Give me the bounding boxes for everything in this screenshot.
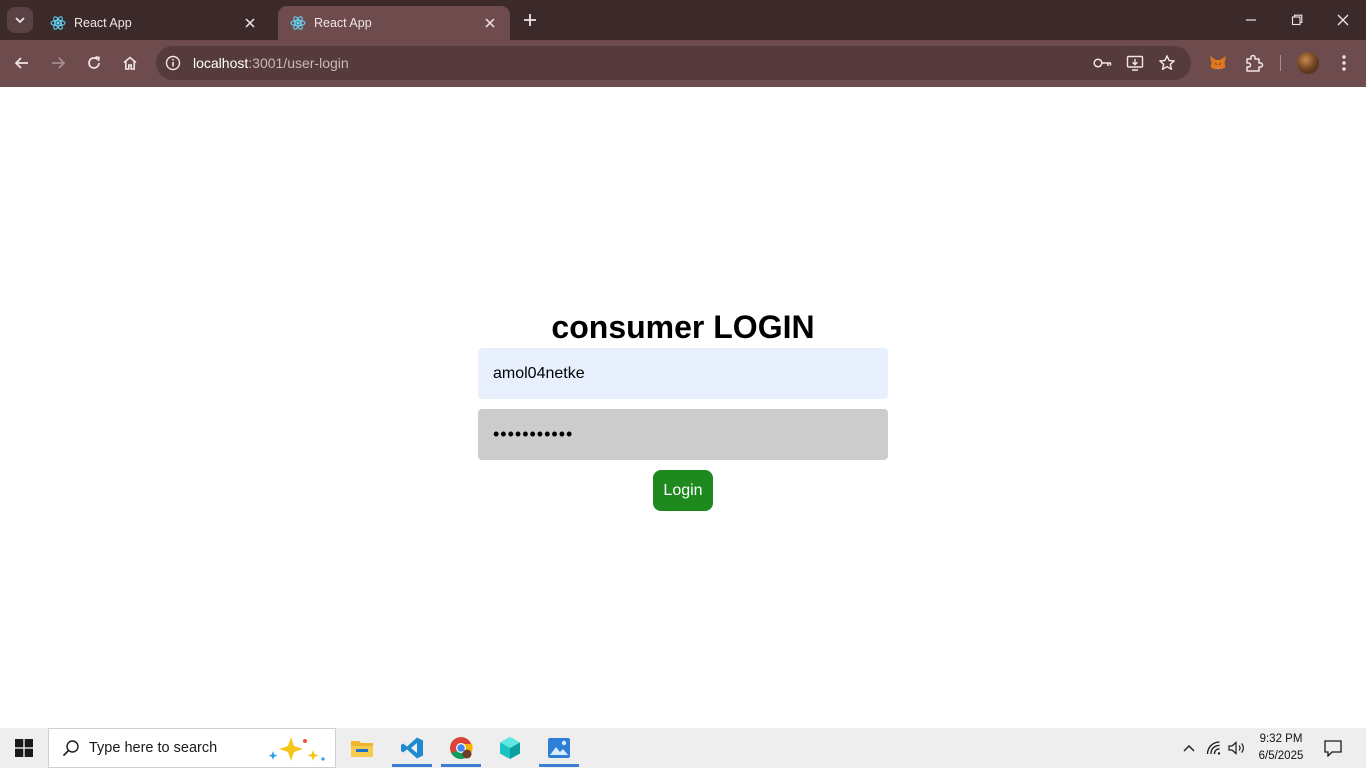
taskbar-search[interactable]: Type here to search: [48, 728, 336, 768]
tab-search-button[interactable]: [7, 7, 33, 33]
home-button[interactable]: [115, 48, 145, 78]
wifi-icon[interactable]: [1203, 728, 1225, 768]
active-indicator: [441, 764, 481, 767]
reload-button[interactable]: [79, 48, 109, 78]
metamask-fox-icon[interactable]: [1206, 51, 1230, 75]
notification-center-icon[interactable]: [1320, 736, 1346, 760]
windows-logo-icon: [15, 739, 33, 757]
clock-date: 6/5/2025: [1258, 750, 1304, 762]
tab-strip: React App React App: [0, 0, 1366, 40]
forward-button[interactable]: [43, 48, 73, 78]
active-indicator: [539, 764, 579, 767]
file-explorer-icon[interactable]: [338, 728, 386, 768]
new-tab-button[interactable]: [518, 9, 542, 31]
url-path: :3001/user-login: [248, 55, 349, 71]
back-button[interactable]: [7, 48, 37, 78]
tab-title: React App: [74, 16, 132, 30]
clock-time: 9:32 PM: [1259, 733, 1303, 745]
close-tab-icon[interactable]: [240, 13, 260, 33]
search-icon: [61, 738, 81, 758]
sparkle-icon: [268, 737, 325, 761]
install-app-icon[interactable]: [1125, 53, 1145, 73]
key-icon[interactable]: [1093, 53, 1113, 73]
show-hidden-icons-chevron-up-icon[interactable]: [1178, 728, 1200, 768]
browser-toolbar: localhost:3001/user-login: [0, 40, 1366, 87]
page-title: consumer LOGIN: [551, 309, 815, 345]
tab-react-app-2[interactable]: React App: [278, 6, 510, 40]
cube-app-icon[interactable]: [486, 728, 534, 768]
taskbar: Type here to search 9:32 PM 6/5/2025: [0, 728, 1366, 768]
restore-icon: [1291, 14, 1303, 26]
react-icon: [290, 15, 306, 31]
minimize-icon: [1246, 19, 1256, 21]
close-tab-icon[interactable]: [480, 13, 500, 33]
react-icon: [50, 15, 66, 31]
plus-icon: [524, 14, 536, 26]
tab-react-app-1[interactable]: React App: [38, 6, 270, 40]
menu-kebab-icon[interactable]: [1332, 51, 1356, 75]
close-window-button[interactable]: [1320, 0, 1366, 40]
tab-title: React App: [314, 16, 372, 30]
chevron-down-icon: [15, 17, 25, 24]
photos-icon[interactable]: [535, 728, 583, 768]
toolbar-divider: [1280, 55, 1281, 71]
url-host: localhost: [193, 55, 249, 71]
reload-icon: [88, 56, 100, 69]
arrow-right-icon: [52, 57, 66, 69]
volume-icon[interactable]: [1226, 728, 1248, 768]
site-info-icon[interactable]: [162, 52, 184, 74]
password-input[interactable]: •••••••••••: [478, 409, 888, 460]
page-content: consumer LOGIN amol04netke ••••••••••• L…: [0, 87, 1366, 728]
restore-button[interactable]: [1274, 0, 1320, 40]
home-icon: [123, 56, 137, 70]
url-text: localhost:3001/user-login: [193, 55, 349, 71]
profile-avatar[interactable]: [1297, 52, 1319, 74]
login-button[interactable]: Login: [653, 470, 713, 511]
start-button[interactable]: [0, 728, 48, 768]
search-placeholder: Type here to search: [89, 740, 218, 756]
username-input[interactable]: amol04netke: [478, 348, 888, 399]
active-indicator: [392, 764, 432, 767]
minimize-button[interactable]: [1228, 0, 1274, 40]
close-icon: [1337, 14, 1349, 26]
arrow-left-icon: [14, 57, 28, 69]
vscode-icon[interactable]: [388, 728, 436, 768]
system-clock[interactable]: 9:32 PM 6/5/2025: [1246, 731, 1316, 765]
bookmark-star-icon[interactable]: [1157, 53, 1177, 73]
address-bar[interactable]: localhost:3001/user-login: [156, 46, 1191, 80]
chrome-icon[interactable]: [437, 728, 485, 768]
extensions-puzzle-icon[interactable]: [1242, 51, 1266, 75]
